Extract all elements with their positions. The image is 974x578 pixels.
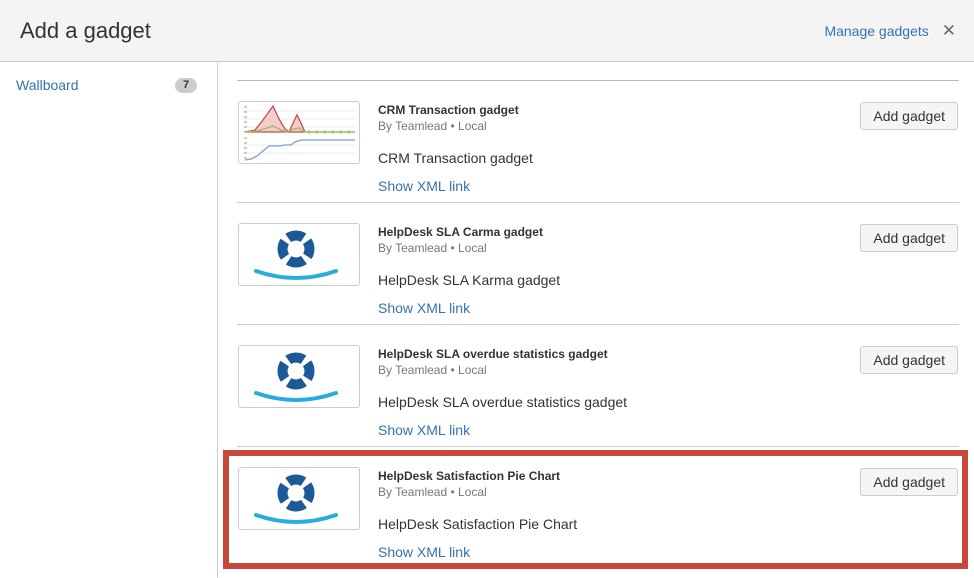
show-xml-link[interactable]: Show XML link — [378, 422, 470, 438]
manage-gadgets-link[interactable]: Manage gadgets — [824, 23, 928, 39]
dialog-header: Add a gadget Manage gadgets ✕ — [0, 0, 974, 62]
sidebar-item-wallboard[interactable]: Wallboard 7 — [0, 62, 217, 93]
gadget-byline: By Teamlead • Local — [378, 240, 560, 256]
add-gadget-dialog: Add a gadget Manage gadgets ✕ Wallboard … — [0, 0, 974, 578]
add-gadget-button[interactable]: Add gadget — [860, 224, 958, 252]
gadget-row-1: HelpDesk SLA Carma gadget By Teamlead • … — [237, 203, 959, 325]
gadget-byline: By Teamlead • Local — [378, 362, 627, 378]
lifebuoy-logo-icon — [239, 468, 359, 529]
gadget-byline: By Teamlead • Local — [378, 484, 577, 500]
gadget-info: HelpDesk Satisfaction Pie Chart By Teaml… — [378, 467, 577, 562]
close-icon[interactable]: ✕ — [942, 22, 956, 39]
page-title: Add a gadget — [20, 18, 151, 44]
gadget-thumbnail — [238, 101, 360, 164]
category-sidebar: Wallboard 7 — [0, 62, 218, 578]
gadget-info: CRM Transaction gadget By Teamlead • Loc… — [378, 101, 533, 196]
gadget-description: HelpDesk Satisfaction Pie Chart — [378, 514, 577, 534]
gadget-count-badge: 7 — [175, 78, 197, 93]
gadget-description: HelpDesk SLA Karma gadget — [378, 270, 560, 290]
gadget-row-3: HelpDesk Satisfaction Pie Chart By Teaml… — [237, 447, 959, 569]
gadget-info: HelpDesk SLA Carma gadget By Teamlead • … — [378, 223, 560, 318]
lifebuoy-logo-icon — [239, 346, 359, 407]
gadget-byline: By Teamlead • Local — [378, 118, 533, 134]
crm-transaction-chart-icon — [239, 102, 359, 163]
gadget-title: HelpDesk Satisfaction Pie Chart — [378, 468, 577, 484]
gadget-title: HelpDesk SLA Carma gadget — [378, 224, 560, 240]
gadget-row-0: CRM Transaction gadget By Teamlead • Loc… — [237, 81, 959, 203]
show-xml-link[interactable]: Show XML link — [378, 544, 470, 560]
show-xml-link[interactable]: Show XML link — [378, 178, 470, 194]
add-gadget-button[interactable]: Add gadget — [860, 346, 958, 374]
gadget-info: HelpDesk SLA overdue statistics gadget B… — [378, 345, 627, 440]
lifebuoy-logo-icon — [239, 224, 359, 285]
gadget-description: HelpDesk SLA overdue statistics gadget — [378, 392, 627, 412]
sidebar-item-label: Wallboard — [16, 77, 79, 93]
add-gadget-button[interactable]: Add gadget — [860, 102, 958, 130]
header-actions: Manage gadgets ✕ — [824, 22, 956, 39]
add-gadget-button[interactable]: Add gadget — [860, 468, 958, 496]
gadget-thumbnail — [238, 223, 360, 286]
gadget-description: CRM Transaction gadget — [378, 148, 533, 168]
gadget-thumbnail — [238, 467, 360, 530]
gadget-title: CRM Transaction gadget — [378, 102, 533, 118]
gadget-thumbnail — [238, 345, 360, 408]
gadget-list-panel: CRM Transaction gadget By Teamlead • Loc… — [237, 62, 959, 569]
gadget-row-2: HelpDesk SLA overdue statistics gadget B… — [237, 325, 959, 447]
gadget-title: HelpDesk SLA overdue statistics gadget — [378, 346, 627, 362]
gadget-list: CRM Transaction gadget By Teamlead • Loc… — [237, 80, 959, 569]
show-xml-link[interactable]: Show XML link — [378, 300, 470, 316]
